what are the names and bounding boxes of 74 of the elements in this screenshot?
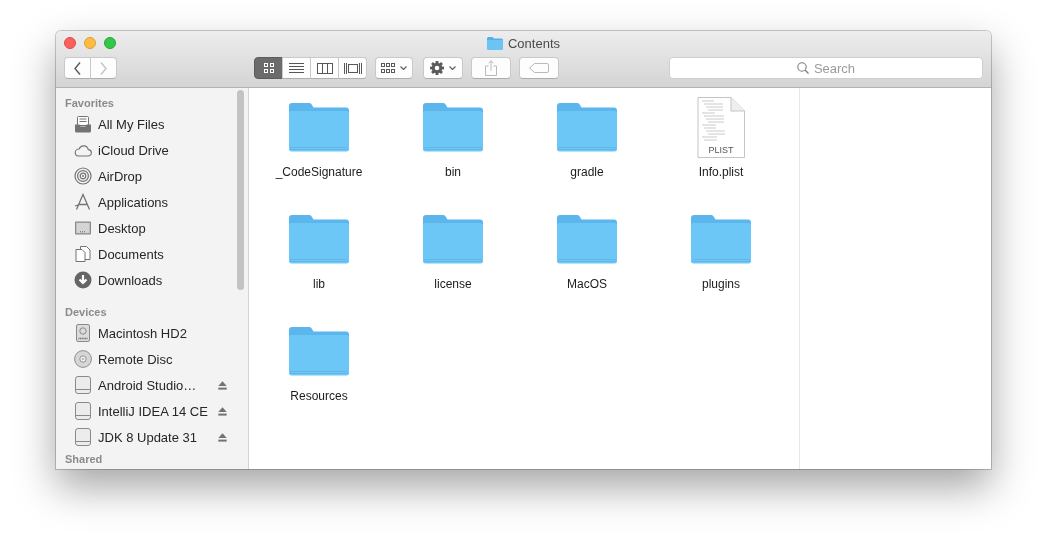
download-icon: [74, 271, 92, 289]
gear-icon: [430, 61, 444, 75]
grid-icon: [263, 63, 274, 73]
list-view-button[interactable]: [282, 57, 311, 79]
zoom-button[interactable]: [104, 37, 116, 49]
scrollbar-thumb[interactable]: [237, 90, 244, 290]
folder-icon[interactable]: [422, 214, 484, 264]
section-header: Favorites: [64, 96, 115, 111]
folder-icon[interactable]: [288, 102, 350, 152]
sidebar-item[interactable]: JDK 8 Update 31: [56, 424, 248, 450]
caret-icon: [400, 66, 407, 70]
tray-icon: [74, 115, 92, 133]
file-name[interactable]: Resources: [290, 389, 348, 404]
close-button[interactable]: [64, 37, 76, 49]
drive-icon: [74, 376, 92, 394]
sidebar-item[interactable]: IntelliJ IDEA 14 CE: [56, 398, 248, 424]
search-icon: [796, 62, 809, 74]
columns-icon: [316, 62, 333, 74]
folder-icon[interactable]: [288, 326, 350, 376]
eject-icon[interactable]: [218, 432, 227, 442]
list-icon: [289, 62, 304, 74]
drive-icon: [74, 402, 92, 420]
caret-icon: [449, 66, 456, 70]
pages-icon: [74, 245, 92, 263]
sidebar-item[interactable]: Applications: [56, 189, 248, 215]
sidebar-item[interactable]: Desktop: [56, 215, 248, 241]
folder-icon[interactable]: [556, 214, 618, 264]
folder-icon[interactable]: [422, 102, 484, 152]
section-header: Devices: [64, 305, 108, 320]
chevron-right-icon: [100, 61, 107, 75]
a-letter-icon: [74, 193, 92, 211]
document-icon[interactable]: [697, 96, 745, 158]
folder-icon[interactable]: [556, 102, 618, 152]
file-name[interactable]: gradle: [570, 165, 604, 180]
sidebar-item[interactable]: AirDrop: [56, 163, 248, 189]
window-title: Contents: [507, 35, 560, 51]
file-name[interactable]: Info.plist: [698, 165, 744, 180]
sidebar-item[interactable]: Android Studio…: [56, 372, 248, 398]
icon-view-button[interactable]: [254, 57, 283, 79]
file-name[interactable]: MacOS: [567, 277, 607, 292]
folder-icon: [486, 36, 503, 50]
drive-icon: [74, 428, 92, 446]
action-button[interactable]: [423, 57, 463, 79]
cover-flow-icon: [343, 62, 362, 74]
sidebar-item[interactable]: iCloud Drive: [56, 137, 248, 163]
sidebar-item[interactable]: Macintosh HD2: [56, 320, 248, 346]
arrange-button[interactable]: [375, 57, 413, 79]
sidebar-item[interactable]: All My Files: [56, 111, 248, 137]
chevron-left-icon: [74, 61, 81, 75]
grid-icon: [381, 63, 395, 73]
minimize-button[interactable]: [84, 37, 96, 49]
cover-flow-button[interactable]: [338, 57, 367, 79]
sidebar-item[interactable]: Documents: [56, 241, 248, 267]
sidebar-item[interactable]: Downloads: [56, 267, 248, 293]
section-header: Shared: [64, 452, 104, 467]
folder-icon[interactable]: [288, 214, 350, 264]
eject-icon[interactable]: [218, 406, 227, 416]
sidebar-item[interactable]: Remote Disc: [56, 346, 248, 372]
disc-icon: [74, 350, 92, 368]
file-name[interactable]: plugins: [702, 277, 740, 292]
file-name[interactable]: _CodeSignature: [275, 165, 363, 180]
file-name[interactable]: lib: [313, 277, 325, 292]
back-button[interactable]: [64, 57, 91, 79]
column-view-button[interactable]: [310, 57, 339, 79]
folder-icon[interactable]: [690, 214, 752, 264]
tag-icon: [529, 63, 549, 73]
file-name[interactable]: license: [434, 277, 472, 292]
share-icon: [485, 60, 497, 76]
file-type-label: PLIST: [707, 144, 735, 155]
hard-drive-icon: [74, 324, 92, 342]
rings-icon: [74, 167, 92, 185]
eject-icon[interactable]: [218, 380, 227, 390]
monitor-icon: [74, 219, 92, 237]
file-name[interactable]: bin: [445, 165, 461, 180]
